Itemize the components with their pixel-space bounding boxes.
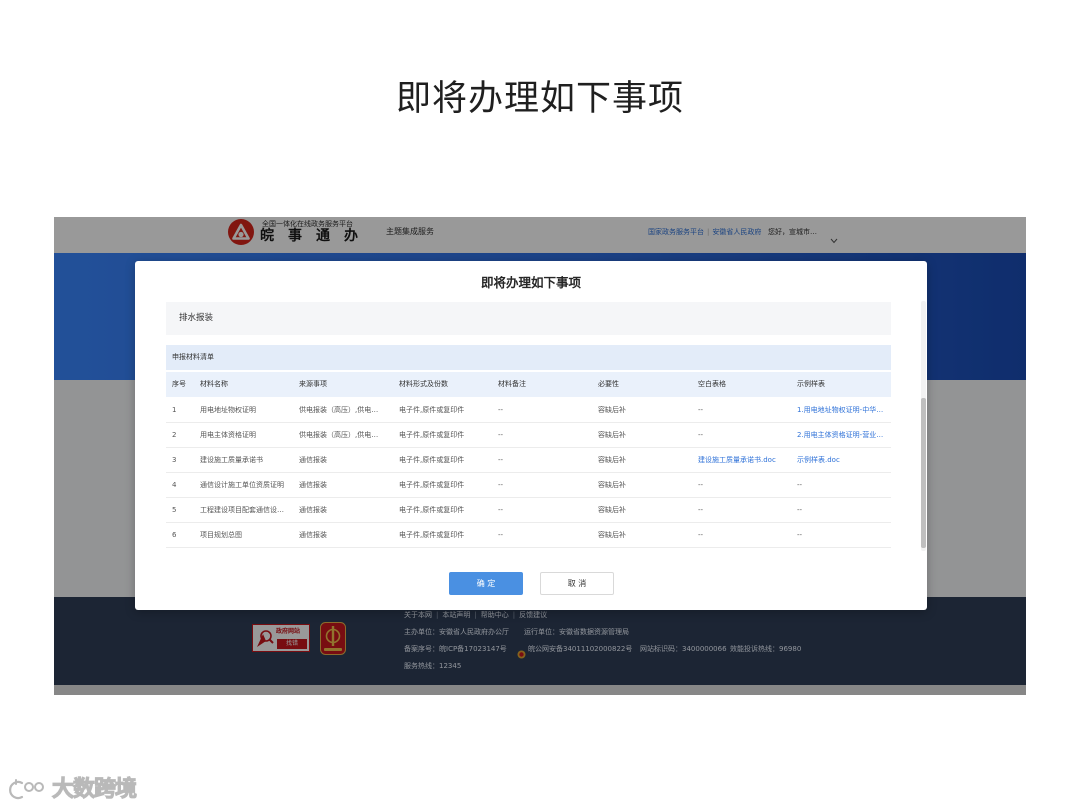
service-item-name: 排水报装 [179,313,214,323]
material-form: 电子件,原件或复印件 [399,531,465,539]
material-name: 建设施工质量承诺书 [200,456,263,464]
necessity: 容缺后补 [598,431,626,439]
material-name: 工程建设项目配套通信设… [200,506,284,514]
sample-form-link[interactable]: 1.用电地址物权证明-中华… [797,398,890,422]
table-row: 4 通信设计施工单位资质证明 通信报装 电子件,原件或复印件 -- 容缺后补 -- -- [166,473,891,498]
material-form: 电子件,原件或复印件 [399,456,465,464]
material-name: 用电主体资格证明 [200,431,256,439]
necessity: 容缺后补 [598,456,626,464]
modal-scrollbar[interactable] [921,301,926,551]
service-item: 排水报装 [166,302,891,335]
slide-title: 即将办理如下事项 [395,79,684,119]
material-name: 通信设计施工单位资质证明 [200,481,284,489]
material-form: 电子件,原件或复印件 [399,481,465,489]
source-item: 供电报装（高压）,供电… [299,431,379,439]
embedded-screenshot: 全国一体化在线政务服务平台 皖事通办 主题集成服务 国家政务服务平台 | 安徽省人民… [54,217,1026,695]
cancel-button[interactable]: 取 消 [540,572,614,595]
blank-form: -- [698,481,704,489]
source-item: 通信报装 [299,531,327,539]
row-number: 1 [172,406,177,414]
confirm-button[interactable]: 确 定 [449,572,523,595]
material-note: -- [498,406,504,414]
sample-form: -- [797,506,803,514]
row-number: 4 [172,481,177,489]
source-item: 通信报装 [299,506,327,514]
necessity: 容缺后补 [598,531,626,539]
blank-form-link[interactable]: 建设施工质量承诺书.doc [698,448,794,472]
sample-form-link[interactable]: 示例样表.doc [797,448,890,472]
sample-form-link[interactable]: 2.用电主体资格证明-营业… [797,423,890,447]
materials-section-title: 申报材料清单 [166,345,891,370]
table-row: 2 用电主体资格证明 供电报装（高压）,供电… 电子件,原件或复印件 -- 容缺后补 -- 2… [166,423,891,448]
material-note: -- [498,456,504,464]
material-name: 项目规划总图 [200,531,242,539]
table-row: 3 建设施工质量承诺书 通信报装 电子件,原件或复印件 -- 容缺后补 建设施工质量承诺书.… [166,448,891,473]
watermark-text: 大数跨境 [51,777,137,803]
source-item: 供电报装（高压）,供电… [299,406,379,414]
row-number: 3 [172,456,177,464]
blank-form: -- [698,506,704,514]
material-note: -- [498,431,504,439]
table-row: 5 工程建设项目配套通信设… 通信报装 电子件,原件或复印件 -- 容缺后补 -- -- [166,498,891,523]
materials-table: 序号 材料名称 来源事项 材料形式及份数 材料备注 必要性 空白表格 示例样表 … [166,372,891,549]
necessity: 容缺后补 [598,481,626,489]
modal-dialog: 即将办理如下事项 排水报装 申报材料清单 序号 材料名称 来源事项 材料形式及份… [135,261,927,610]
dashu-kuajing-logo-icon [8,778,48,802]
row-number: 2 [172,431,177,439]
source-item: 通信报装 [299,481,327,489]
blank-form: -- [698,431,704,439]
modal-title: 即将办理如下事项 [480,275,581,290]
material-name: 用电地址物权证明 [200,406,256,414]
table-body: 1 用电地址物权证明 供电报装（高压）,供电… 电子件,原件或复印件 -- 容缺后补 -- 1… [166,372,891,549]
necessity: 容缺后补 [598,506,626,514]
scrollbar-thumb[interactable] [921,398,926,548]
material-form: 电子件,原件或复印件 [399,506,465,514]
material-form: 电子件,原件或复印件 [399,406,465,414]
sample-form: -- [797,481,803,489]
material-note: -- [498,531,504,539]
material-note: -- [498,481,504,489]
necessity: 容缺后补 [598,406,626,414]
watermark: 大数跨境 [8,776,148,804]
blank-form: -- [698,406,704,414]
blank-form: -- [698,531,704,539]
table-row: 6 项目规划总图 通信报装 电子件,原件或复印件 -- 容缺后补 -- -- [166,523,891,548]
sample-form: -- [797,531,803,539]
source-item: 通信报装 [299,456,327,464]
material-form: 电子件,原件或复印件 [399,431,465,439]
material-note: -- [498,506,504,514]
row-number: 5 [172,506,177,514]
table-row: 1 用电地址物权证明 供电报装（高压）,供电… 电子件,原件或复印件 -- 容缺后补 -- 1… [166,398,891,423]
row-number: 6 [172,531,177,539]
